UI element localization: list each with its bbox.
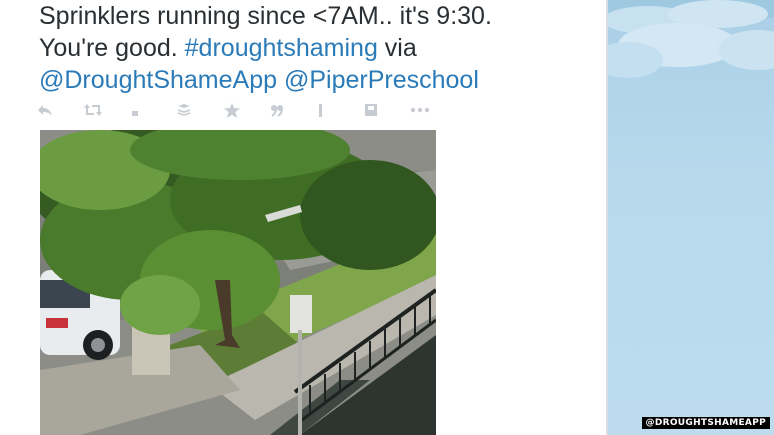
watermark-label: @DROUGHTSHAMEAPP	[641, 417, 770, 429]
mention-link-piperpreschool[interactable]: @PiperPreschool	[284, 66, 479, 94]
retweet-icon[interactable]	[83, 99, 131, 121]
small-dot-icon[interactable]	[130, 99, 177, 121]
pin-icon[interactable]	[317, 99, 364, 121]
tweet-text-line3: @DroughtShameApp @PiperPreschool	[39, 64, 599, 96]
tweet-text-line2: You're good. #droughtshaming via	[39, 32, 599, 64]
tweet-text-plain: You're good.	[39, 34, 185, 62]
tweet-actions	[37, 99, 457, 121]
tweet-card: Sprinklers running since <7AM.. it's 9:3…	[0, 0, 606, 435]
sky-background-panel: @DROUGHTSHAMEAPP	[608, 0, 774, 435]
more-icon[interactable]	[410, 99, 457, 121]
tweet-text: Sprinklers running since <7AM.. it's 9:3…	[39, 0, 599, 96]
quote-icon[interactable]	[270, 99, 317, 121]
reply-icon[interactable]	[37, 99, 84, 121]
tweet-text-via: via	[377, 34, 417, 62]
tweet-photo[interactable]	[40, 130, 436, 435]
tweet-text-line1: Sprinklers running since <7AM.. it's 9:3…	[39, 2, 492, 30]
favorite-icon[interactable]	[223, 99, 271, 121]
stack-icon[interactable]	[177, 99, 224, 121]
hashtag-link[interactable]: #droughtshaming	[185, 34, 378, 62]
save-icon[interactable]	[364, 99, 411, 121]
mention-link-droughtshameapp[interactable]: @DroughtShameApp	[39, 66, 277, 94]
